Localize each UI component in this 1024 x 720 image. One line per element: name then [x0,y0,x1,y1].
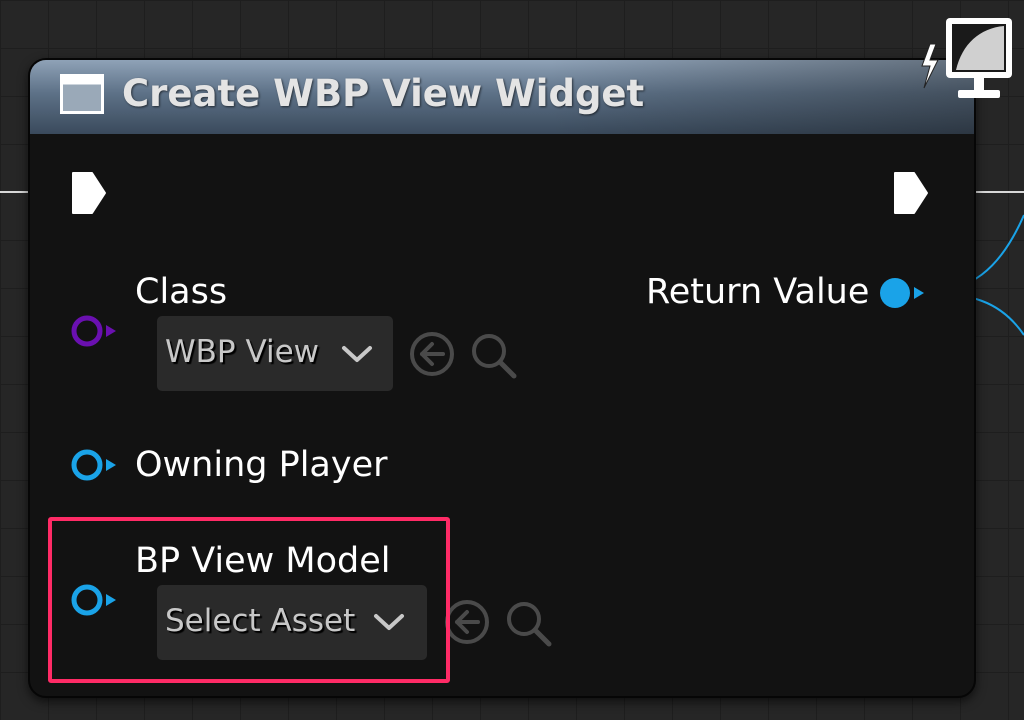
exec-in-arrow-icon[interactable] [70,170,108,216]
return-value-label: Return Value [646,272,870,312]
search-icon[interactable] [468,330,518,380]
owning-player-label: Owning Player [135,445,388,485]
class-pin-icon[interactable] [70,314,120,348]
class-select-value: WBP View [165,334,320,370]
search-icon[interactable] [503,598,553,648]
arrow-left-circle-icon[interactable] [408,330,458,380]
exec-out-arrow-icon[interactable] [892,170,930,216]
monitor-lightning-icon [921,18,1012,98]
class-select-dropdown[interactable]: WBP View [157,316,393,391]
class-pin-label: Class [135,272,228,312]
node-title: Create WBP View Widget [122,72,645,115]
chevron-down-icon [342,346,372,362]
arrow-left-circle-icon[interactable] [443,598,493,648]
highlight-box [48,517,450,683]
return-value-pin-icon[interactable] [878,276,928,310]
owning-player-pin-icon[interactable] [70,448,120,482]
widget-window-icon [60,74,104,114]
